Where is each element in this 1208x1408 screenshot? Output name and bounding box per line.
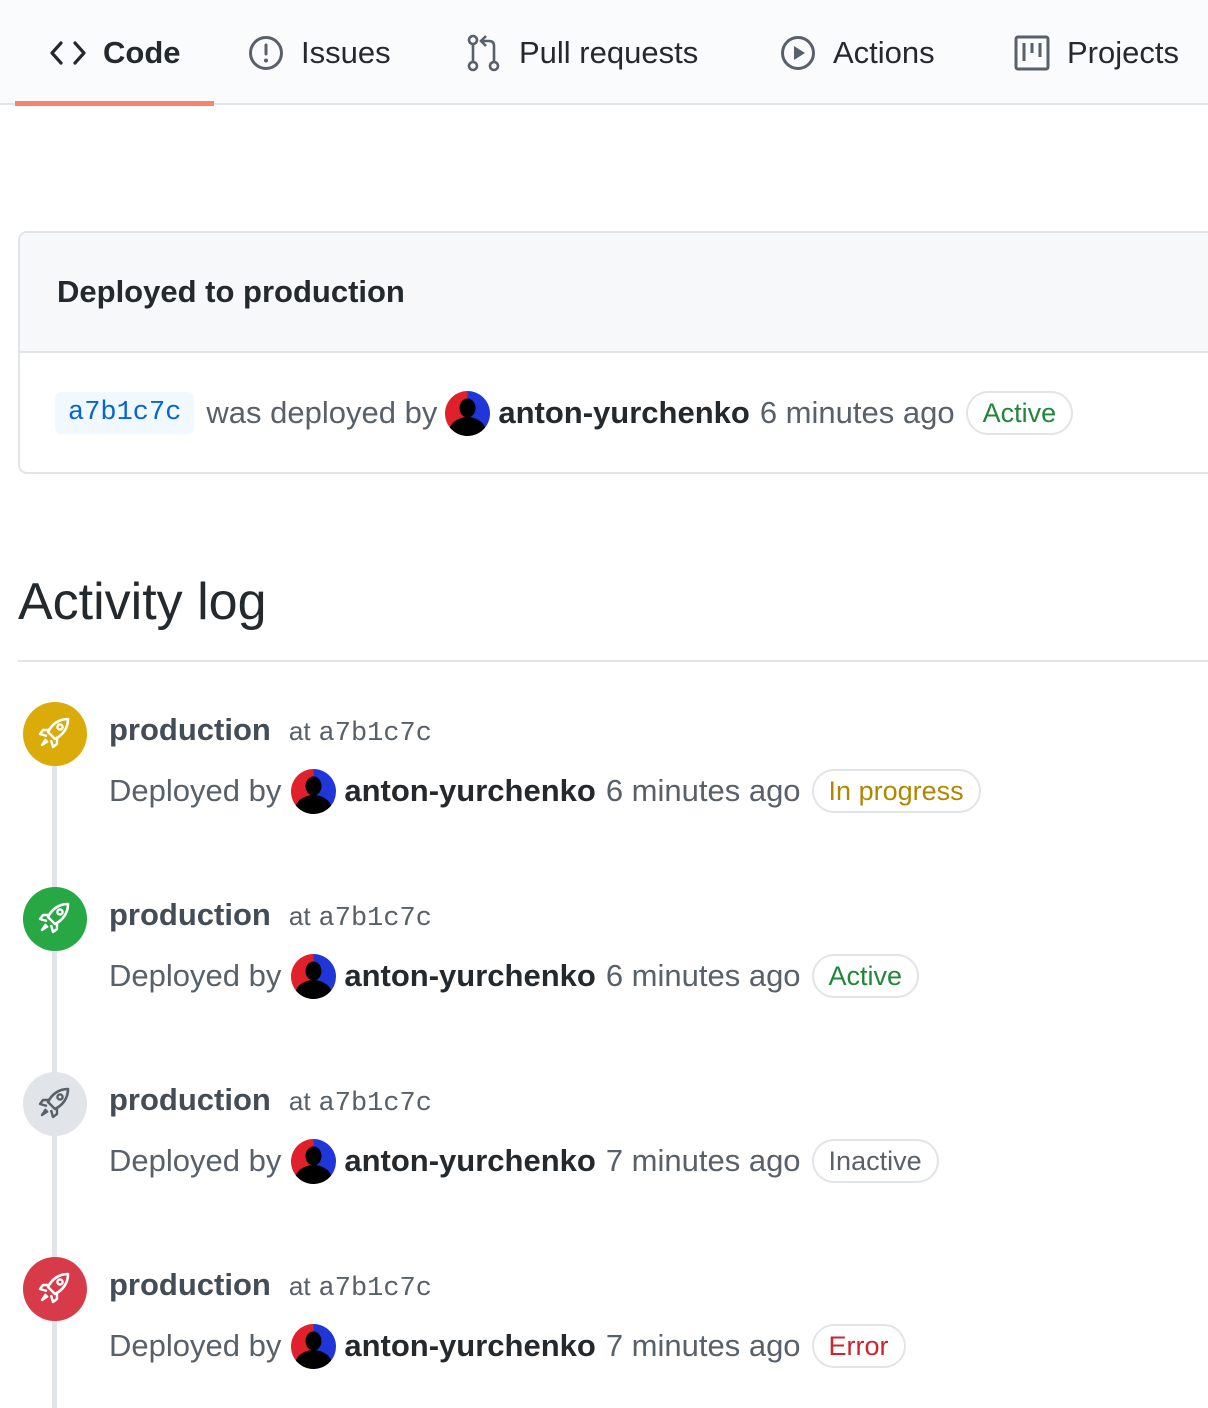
event-badge [23,702,87,766]
author-link[interactable]: anton-yurchenko [498,395,749,431]
author-link[interactable]: anton-yurchenko [344,958,595,994]
tab-issues[interactable]: Issues [248,0,391,105]
tab-code[interactable]: Code [50,0,181,105]
at-label: at [288,716,311,746]
author-link[interactable]: anton-yurchenko [344,1328,595,1364]
rocket-icon [38,900,72,939]
activity-log-title: Activity log [18,573,267,631]
selected-tab-underline [15,101,214,106]
tab-label: Actions [833,34,935,70]
relative-time: 7 minutes ago [605,1328,801,1363]
relative-time: 6 minutes ago [759,395,955,430]
event-badge [23,1257,87,1321]
rocket-icon [38,1085,72,1124]
rocket-icon [38,1270,72,1309]
divider [18,660,1208,662]
relative-time: 6 minutes ago [605,773,801,808]
avatar[interactable] [291,953,337,999]
deployed-by-label: Deployed by [109,1328,282,1363]
tab-actions[interactable]: Actions [780,0,935,105]
author-link[interactable]: anton-yurchenko [344,773,595,809]
author-link[interactable]: anton-yurchenko [344,1143,595,1179]
relative-time: 6 minutes ago [605,958,801,993]
status-badge: Active [811,954,920,998]
at-label: at [288,1271,311,1301]
deployment-body: a7b1c7c was deployed by anton-yurchenko … [20,353,1208,472]
tab-label: Projects [1067,34,1179,70]
play-icon [780,35,816,71]
avatar[interactable] [445,390,491,436]
environment-link[interactable]: production [109,897,271,933]
at-label: at [288,901,311,931]
commit-sha-link[interactable]: a7b1c7c [55,392,195,434]
tab-label: Issues [301,34,391,70]
commit-sha-link[interactable]: a7b1c7c [319,1274,432,1304]
timeline-item: production at a7b1c7c Deployed by anton-… [0,702,1208,832]
deployed-by-text: was deployed by [206,395,438,430]
status-badge: Active [965,391,1074,435]
commit-sha-link[interactable]: a7b1c7c [319,719,432,749]
at-label: at [288,1086,311,1116]
relative-time: 7 minutes ago [605,1143,801,1178]
environment-link[interactable]: production [109,1082,271,1118]
repo-nav: Code Issues Pull requests Actions Projec… [0,0,1208,106]
issue-opened-icon [248,35,284,71]
deployed-by-label: Deployed by [109,958,282,993]
environment-link[interactable]: production [109,712,271,748]
tab-label: Code [103,34,181,70]
avatar[interactable] [291,1138,337,1184]
project-icon [1014,35,1050,71]
commit-sha-link[interactable]: a7b1c7c [319,904,432,934]
git-pull-request-icon [466,34,502,72]
deployed-by-label: Deployed by [109,773,282,808]
rocket-icon [38,715,72,754]
tab-pull-requests[interactable]: Pull requests [466,0,698,105]
event-badge [23,1072,87,1136]
avatar[interactable] [291,768,337,814]
deployed-by-label: Deployed by [109,1143,282,1178]
status-badge: In progress [811,769,981,813]
deployment-header: Deployed to production [20,233,1208,353]
timeline-item: production at a7b1c7c Deployed by anton-… [0,1257,1208,1387]
timeline-item: production at a7b1c7c Deployed by anton-… [0,1072,1208,1202]
tab-label: Pull requests [519,34,699,70]
tab-projects[interactable]: Projects [1014,0,1179,105]
commit-sha-link[interactable]: a7b1c7c [319,1089,432,1119]
deployment-title: Deployed to production [57,274,405,309]
code-icon [50,38,86,68]
timeline-item: production at a7b1c7c Deployed by anton-… [0,887,1208,1017]
avatar[interactable] [291,1323,337,1369]
event-badge [23,887,87,951]
environment-link[interactable]: production [109,1267,271,1303]
deployment-summary-box: Deployed to production a7b1c7c was deplo… [18,231,1208,474]
status-badge: Inactive [811,1139,939,1183]
status-badge: Error [811,1324,906,1368]
